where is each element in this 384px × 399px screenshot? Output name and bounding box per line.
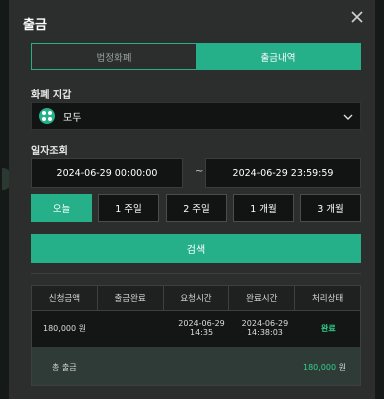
- start-date-input[interactable]: 2024-06-29 00:00:00: [31, 158, 183, 188]
- total-withdraw-amount: 180,000 원: [303, 362, 346, 373]
- period-2-weeks-button[interactable]: 2 주일: [166, 194, 227, 222]
- withdraw-history-table: 신청금액 출금완료 요청시간 완료시간 처리상태 180,000 원 2024-…: [31, 285, 361, 386]
- withdraw-modal: 출금 법정화폐 출금내역 화폐 지갑 모두 일자조회 2024-06-29 00…: [9, 0, 375, 399]
- column-header-completed: 출금완료: [98, 286, 164, 310]
- column-header-done-time: 완료시간: [229, 286, 296, 310]
- currency-dots-icon: [39, 108, 55, 124]
- end-date-input[interactable]: 2024-06-29 23:59:59: [205, 158, 361, 188]
- total-withdraw-label: 총 출금: [52, 363, 77, 372]
- chevron-down-icon: [343, 114, 353, 120]
- currency-wallet-label: 화폐 지갑: [31, 90, 72, 101]
- total-withdraw-unit: 원: [338, 363, 346, 372]
- column-header-amount: 신청금액: [32, 286, 98, 310]
- tab-bar: 법정화폐 출금내역: [31, 43, 361, 70]
- background-right-edge: [375, 0, 384, 399]
- section-divider: [31, 273, 361, 274]
- close-icon[interactable]: [349, 9, 365, 25]
- request-clock: 14:35: [189, 328, 214, 337]
- period-3-months-button[interactable]: 3 개월: [300, 194, 361, 222]
- period-1-month-button[interactable]: 1 개월: [233, 194, 294, 222]
- cell-request-time: 2024-06-29 14:35: [170, 311, 233, 347]
- column-header-status: 처리상태: [311, 294, 344, 304]
- tab-withdraw-history[interactable]: 출금내역: [196, 44, 360, 69]
- search-button[interactable]: 검색: [31, 234, 361, 263]
- table-total-row: 총 출금 180,000 원: [32, 347, 360, 385]
- cell-amount: 180,000 원: [43, 323, 86, 333]
- tab-fiat[interactable]: 법정화폐: [32, 44, 196, 69]
- currency-select-value: 모두: [63, 112, 82, 124]
- date-search-label: 일자조회: [31, 146, 68, 157]
- column-header-request-time: 요청시간: [164, 286, 230, 310]
- date-range-separator: ~: [195, 166, 204, 177]
- cell-status: 완료: [320, 323, 336, 333]
- period-today-button[interactable]: 오늘: [31, 194, 92, 222]
- cell-completed: [106, 311, 169, 347]
- table-row: 180,000 원 2024-06-29 14:35 2024-06-29 14…: [32, 311, 360, 347]
- total-withdraw-value: 180,000: [302, 363, 337, 372]
- currency-select[interactable]: 모두: [31, 102, 361, 130]
- done-clock: 14:38:03: [246, 328, 283, 337]
- cell-done-time: 2024-06-29 14:38:03: [233, 311, 296, 347]
- modal-title: 출금: [23, 18, 47, 33]
- period-1-week-button[interactable]: 1 주일: [98, 194, 159, 222]
- background-left-edge: [0, 0, 9, 399]
- table-header: 신청금액 출금완료 요청시간 완료시간 처리상태: [32, 286, 360, 311]
